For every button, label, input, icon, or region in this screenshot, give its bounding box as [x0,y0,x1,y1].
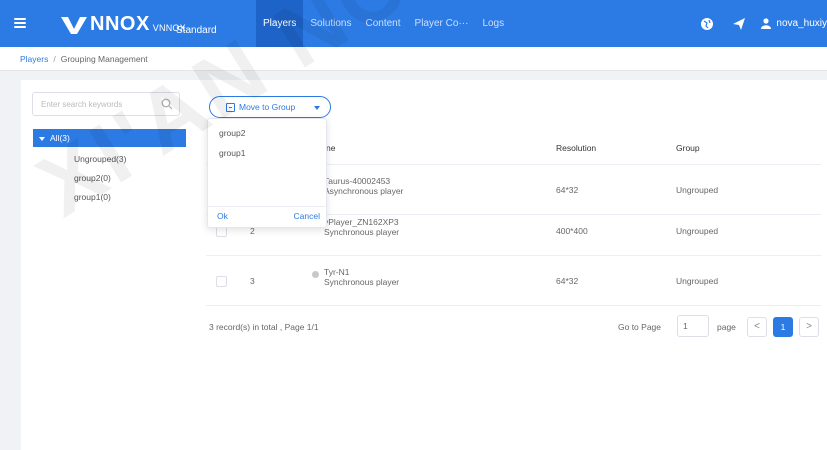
nav-solutions[interactable]: Solutions [303,0,358,47]
group-cell: Ungrouped [676,185,719,195]
column-header-name: ne [326,143,336,153]
breadcrumb-players-link[interactable]: Players [20,54,48,64]
goto-page-input[interactable]: 1 [677,315,709,337]
nav-players[interactable]: Players [256,0,304,47]
row-number: 3 [250,276,255,286]
tree-node-group1[interactable]: group1(0) [74,192,111,202]
nav-content[interactable]: Content [359,0,408,47]
group-cell: Ungrouped [676,276,719,286]
caret-down-icon[interactable] [39,136,45,141]
column-header-resolution[interactable]: Resolution [556,143,596,153]
player-name: vPlayer_ZN162XP3 [324,217,399,227]
top-navigation-bar: NNOX VNNOX Standard Players Solutions Co… [0,0,827,47]
vnnox-logo[interactable]: NNOX VNNOX [60,13,186,36]
player-name: Taurus-40002453 [324,176,391,186]
search-icon[interactable] [161,98,173,110]
breadcrumb-separator: / [53,54,56,64]
dropdown-ok-button[interactable]: Ok [217,211,228,221]
player-name-cell: Taurus-40002453 Asynchronous player [324,176,403,196]
resolution-cell: 64*32 [556,276,579,286]
nav-logs[interactable]: Logs [475,0,511,47]
page-1-button[interactable]: 1 [773,317,793,337]
prev-page-button[interactable]: < [747,317,767,337]
records-total: 3 record(s) in total , Page 1/1 [209,322,319,332]
goto-page-label: Go to Page [618,322,662,332]
tree-node-all-label: All(3) [50,133,70,143]
logo-text: NNOX [90,13,150,35]
user-icon [761,18,772,29]
menu-icon[interactable] [14,18,26,28]
player-type: Synchronous player [324,277,400,287]
page-label: page [717,322,736,332]
tree-node-group2[interactable]: group2(0) [74,173,111,183]
send-icon[interactable] [732,17,746,31]
player-name-cell: Tyr-N1 Synchronous player [324,267,399,287]
column-header-group: Group [676,143,700,153]
breadcrumb-current: Grouping Management [60,54,148,64]
dropdown-cancel-button[interactable]: Cancel [294,211,320,221]
row-checkbox[interactable] [216,276,227,287]
player-name: Tyr-N1 [324,267,350,277]
user-menu[interactable]: nova_huxiy [761,18,827,29]
edition-label: Standard [176,25,217,36]
player-name-cell: vPlayer_ZN162XP3 Synchronous player [324,217,399,237]
move-to-group-button[interactable]: Move to Group [209,96,331,118]
chevron-down-icon [314,106,320,110]
nav-player-control[interactable]: Player Co··· [408,0,476,47]
table-row[interactable]: 3 Tyr-N1 Synchronous player 64*32 Ungrou… [206,256,821,306]
group-cell: Ungrouped [676,226,719,236]
group-search-box [32,92,180,116]
username: nova_huxiy [776,18,827,29]
group-search-input[interactable] [33,93,153,115]
resolution-cell: 64*32 [556,185,579,195]
resolution-cell: 400*400 [556,226,588,236]
player-type: Asynchronous player [324,186,404,196]
breadcrumb: Players / Grouping Management [0,47,827,71]
vnnox-logo-mark-icon [61,16,87,34]
move-to-group-label: Move to Group [239,102,296,112]
dropdown-option-group1[interactable]: group1 [219,148,245,158]
player-status-dot [312,271,319,278]
next-page-button[interactable]: > [799,317,819,337]
main-nav: Players Solutions Content Player Co··· L… [256,0,511,47]
move-to-group-dropdown: group2 group1 Ok Cancel [207,118,327,228]
globe-icon[interactable] [700,17,714,31]
tree-node-all[interactable]: All(3) [33,129,186,147]
tree-node-ungrouped[interactable]: Ungrouped(3) [74,154,126,164]
top-right-actions: nova_huxiy [691,0,827,47]
folder-move-icon [226,103,235,112]
grouping-panel: All(3) Ungrouped(3) group2(0) group1(0) … [21,80,827,450]
dropdown-option-group2[interactable]: group2 [219,128,245,138]
player-type: Synchronous player [324,227,400,237]
dropdown-footer: Ok Cancel [208,206,326,228]
